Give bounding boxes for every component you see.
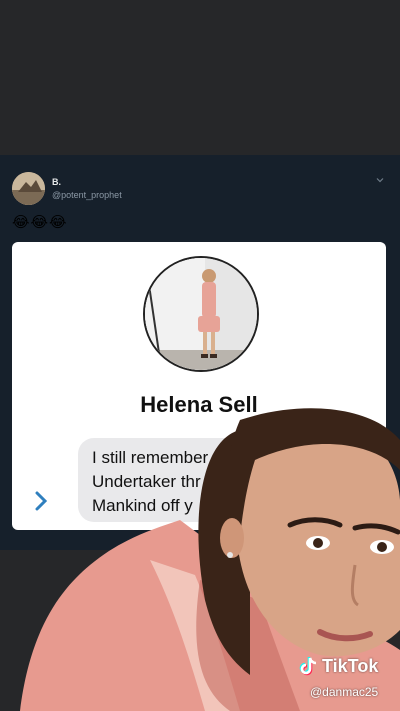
tiktok-watermark: TikTok [298, 655, 398, 679]
display-name[interactable]: B. [52, 177, 61, 187]
video-top-area [0, 0, 400, 155]
avatar[interactable] [12, 172, 45, 205]
tiktok-brand-text: TikTok [322, 656, 379, 676]
username-handle[interactable]: @potent_prophet [52, 190, 122, 200]
chevron-down-icon[interactable] [375, 175, 385, 185]
creator-username: @danmac25 [310, 685, 379, 699]
tweet-text: 😂😂😂 [12, 213, 68, 231]
tiktok-logo-icon [299, 657, 317, 676]
contact-photo [143, 256, 259, 372]
